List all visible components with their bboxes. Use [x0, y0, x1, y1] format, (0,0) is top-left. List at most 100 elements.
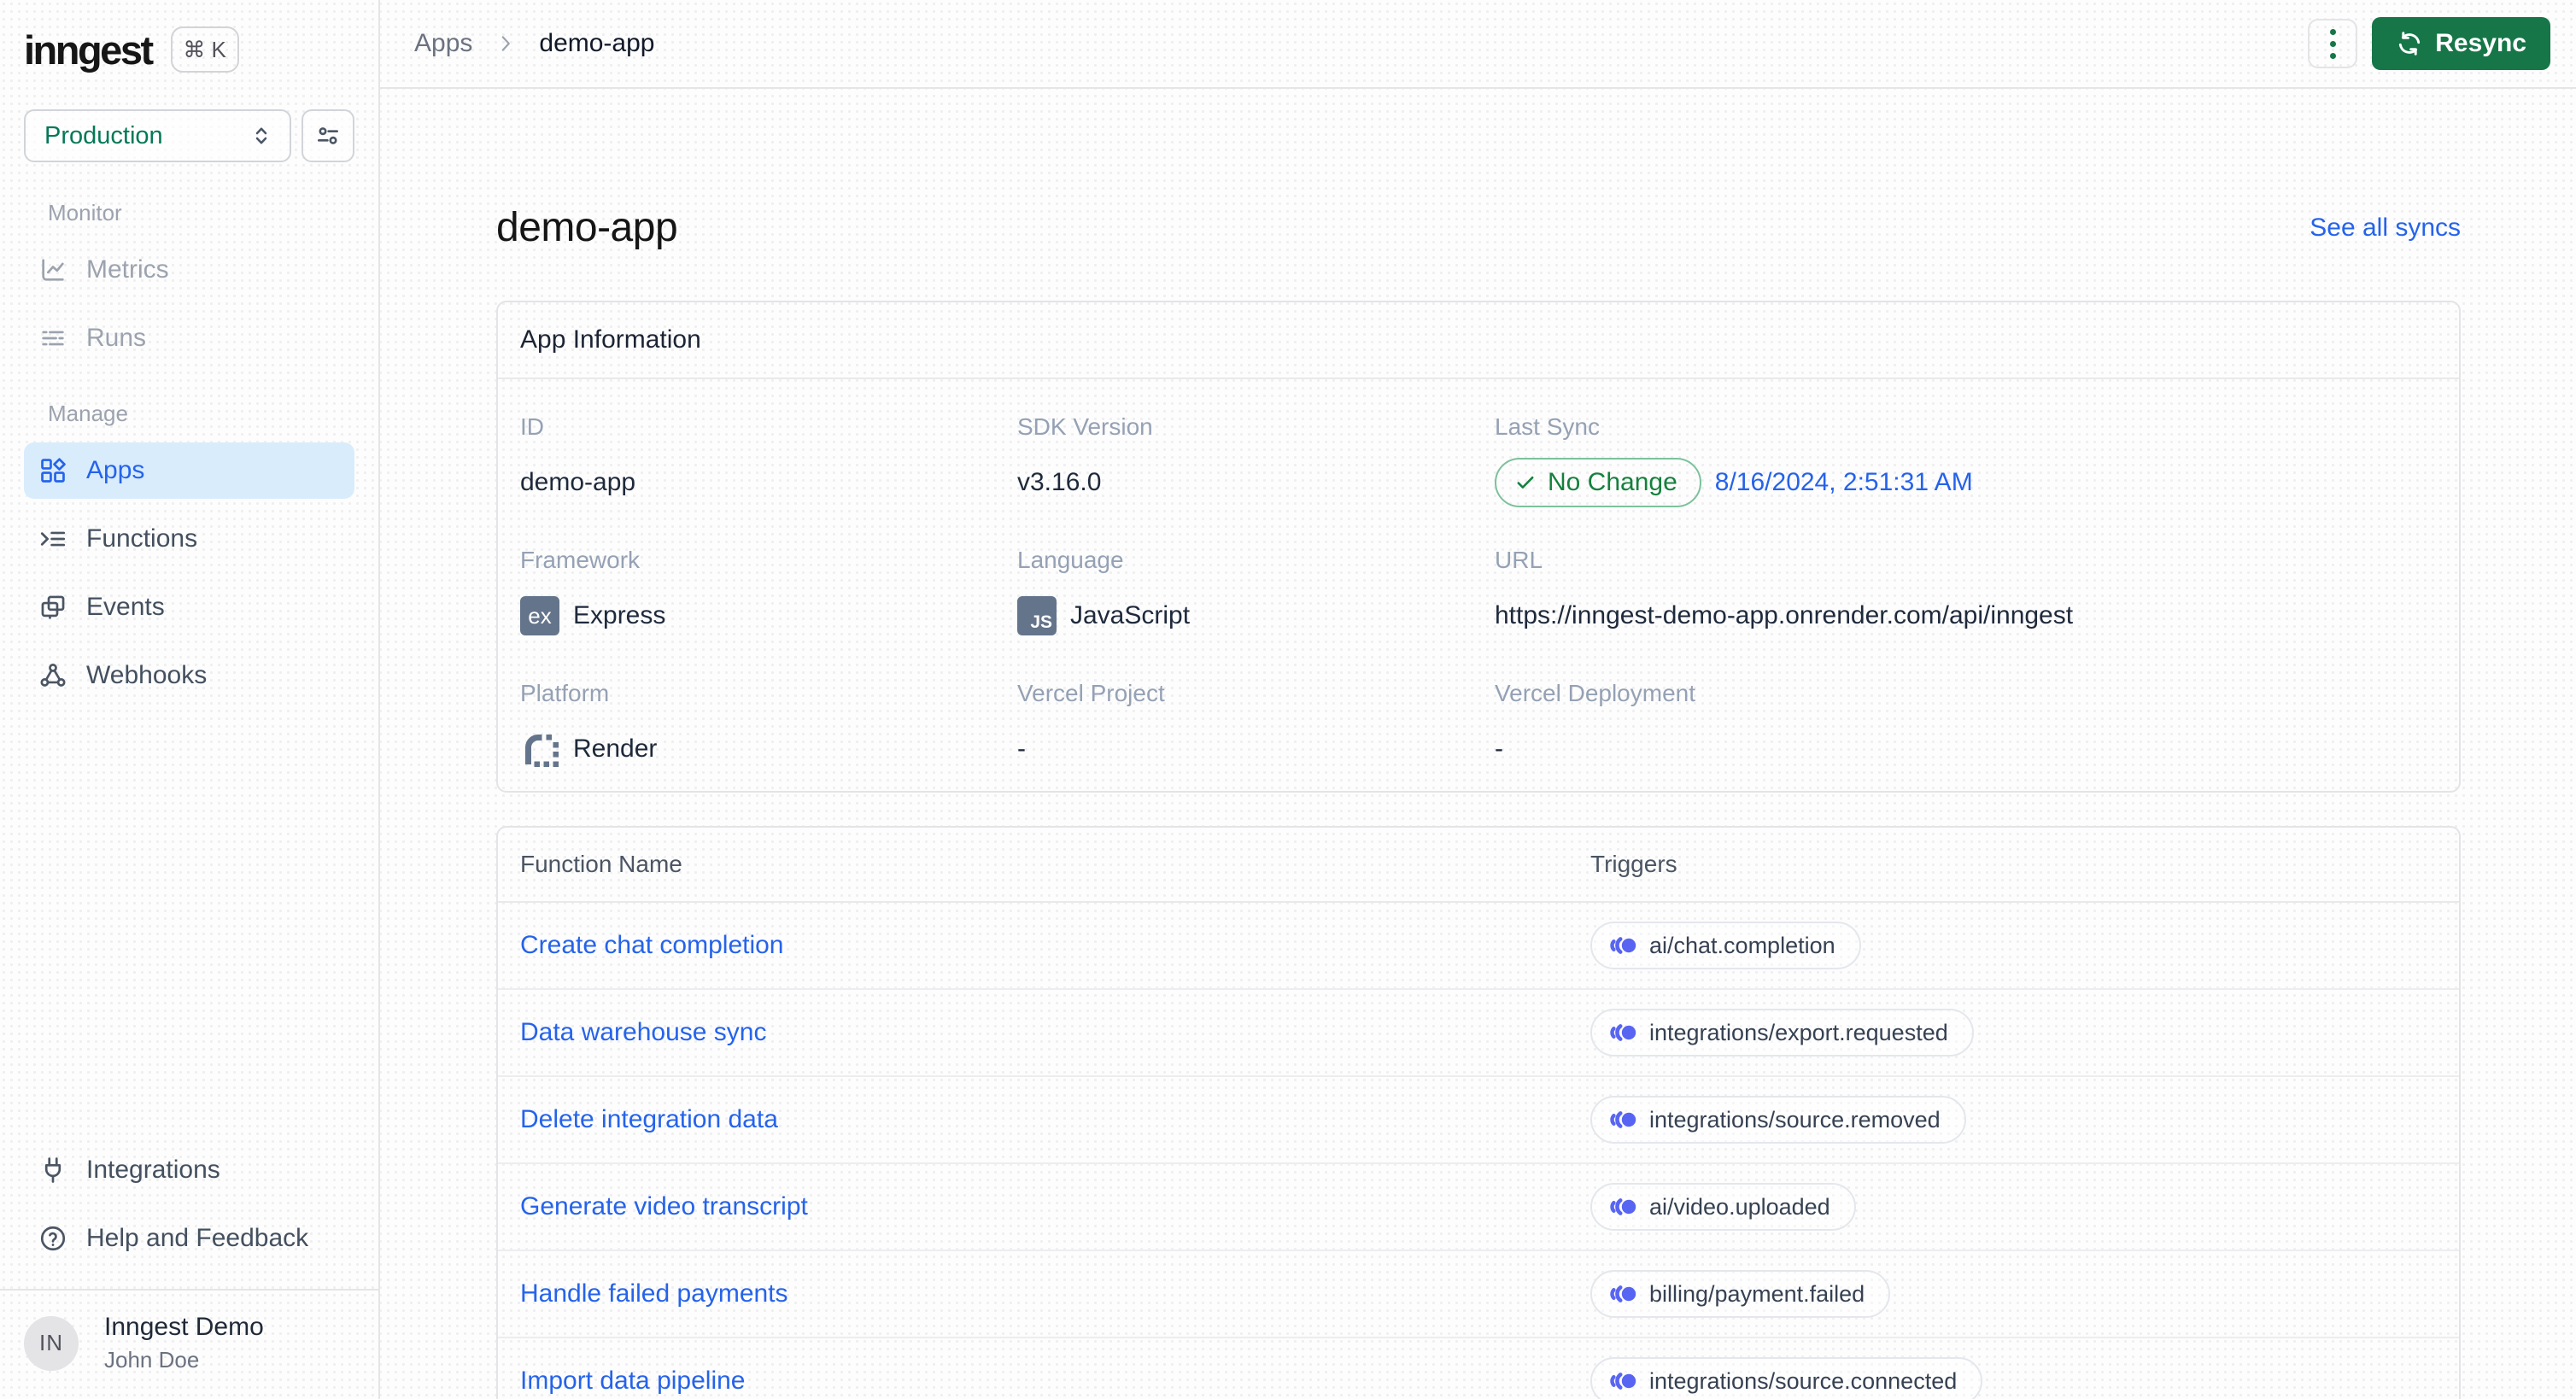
sidebar-item-runs[interactable]: Runs	[24, 310, 354, 366]
trigger-pill: billing/payment.failed	[1590, 1270, 1891, 1318]
inngest-logo: inngest	[24, 26, 154, 73]
functions-table: Function Name Triggers Create chat compl…	[496, 826, 2461, 1399]
sidebar-section-manage: Manage	[48, 401, 128, 426]
function-link[interactable]: Create chat completion	[498, 931, 1590, 960]
event-trigger-icon	[1609, 934, 1637, 957]
sidebar-item-integrations[interactable]: Integrations	[24, 1142, 354, 1198]
functions-icon	[38, 524, 67, 553]
sidebar-footer: Integrations Help and Feedback IN Innges…	[0, 1142, 378, 1399]
sidebar-item-label: Metrics	[86, 255, 169, 284]
event-trigger-icon	[1609, 1370, 1637, 1392]
table-row: Import data pipeline integrations/source…	[498, 1338, 2459, 1399]
sidebar-item-label: Integrations	[86, 1156, 220, 1184]
kebab-dot	[2329, 52, 2336, 59]
plug-icon	[38, 1156, 67, 1185]
trigger-pill: integrations/source.removed	[1590, 1096, 1966, 1144]
webhooks-icon	[38, 661, 67, 690]
user-menu[interactable]: IN Inngest Demo John Doe	[0, 1291, 378, 1399]
field-url: URL https://inngest-demo-app.onrender.co…	[1495, 547, 2074, 629]
main-area: Apps demo-app Resync demo-app See all sy…	[380, 0, 2576, 1399]
sidebar-item-webhooks[interactable]: Webhooks	[24, 647, 354, 704]
avatar: IN	[24, 1315, 79, 1371]
field-vercel-project: Vercel Project -	[1017, 680, 1165, 763]
top-header: Apps demo-app Resync	[380, 0, 2576, 89]
last-sync-timestamp-link[interactable]: 8/16/2024, 2:51:31 AM	[1715, 468, 1973, 497]
app-information-card: App Information ID demo-app SDK Version …	[496, 301, 2461, 793]
table-row: Data warehouse sync integrations/export.…	[498, 990, 2459, 1077]
field-sdk-version: SDK Version v3.16.0	[1017, 413, 1153, 496]
sync-icon	[2396, 30, 2423, 57]
org-name: Inngest Demo	[104, 1313, 264, 1341]
environment-selector[interactable]: Production	[24, 109, 291, 162]
sidebar-item-functions[interactable]: Functions	[24, 511, 354, 567]
sidebar-item-metrics[interactable]: Metrics	[24, 242, 354, 298]
see-all-syncs-link[interactable]: See all syncs	[2310, 214, 2461, 243]
function-link[interactable]: Import data pipeline	[498, 1367, 1590, 1396]
event-trigger-icon	[1609, 1196, 1637, 1218]
sync-badge-label: No Change	[1548, 468, 1677, 496]
trigger-pill: ai/video.uploaded	[1590, 1183, 1856, 1231]
card-title: App Information	[520, 325, 701, 354]
sidebar-item-label: Runs	[86, 324, 147, 352]
kebab-dot	[2329, 40, 2336, 47]
metrics-chart-icon	[38, 255, 67, 284]
express-logo-icon: ex	[520, 596, 559, 635]
field-last-sync: Last Sync No Change 8/16/2024, 2:51:31 A…	[1495, 413, 2437, 507]
sidebar-item-label: Events	[86, 593, 165, 621]
page-content: demo-app See all syncs App Information I…	[380, 204, 2576, 1399]
field-language: Language JS JavaScript	[1017, 547, 1495, 641]
event-trigger-icon	[1609, 1283, 1637, 1305]
render-logo-icon	[520, 729, 559, 769]
field-id: ID demo-app	[520, 413, 636, 496]
function-link[interactable]: Handle failed payments	[498, 1279, 1590, 1308]
function-link[interactable]: Generate video transcript	[498, 1192, 1590, 1221]
column-function-name: Function Name	[520, 851, 682, 877]
field-platform: Platform Render	[520, 680, 1017, 774]
resync-button[interactable]: Resync	[2372, 17, 2550, 70]
sidebar-item-label: Apps	[86, 456, 145, 484]
apps-grid-icon	[38, 456, 67, 485]
field-framework: Framework ex Express	[520, 547, 1017, 641]
kebab-dot	[2329, 28, 2336, 35]
chevron-right-icon	[495, 32, 517, 55]
resync-label: Resync	[2435, 29, 2526, 57]
function-link[interactable]: Delete integration data	[498, 1105, 1590, 1134]
sidebar-item-apps[interactable]: Apps	[24, 442, 354, 499]
sidebar-item-label: Help and Feedback	[86, 1224, 309, 1252]
user-name: John Doe	[104, 1347, 200, 1373]
sidebar-item-help[interactable]: Help and Feedback	[24, 1210, 354, 1267]
breadcrumb-current: demo-app	[539, 29, 655, 57]
event-trigger-icon	[1609, 1109, 1637, 1131]
table-header-row: Function Name Triggers	[498, 828, 2459, 903]
table-row: Delete integration data integrations/sou…	[498, 1077, 2459, 1164]
environment-name: Production	[44, 121, 163, 149]
field-vercel-deployment: Vercel Deployment -	[1495, 680, 1696, 763]
help-question-icon	[38, 1224, 67, 1253]
logo-row: inngest ⌘ K	[0, 0, 378, 73]
chevron-updown-icon	[249, 123, 274, 149]
sidebar-item-events[interactable]: Events	[24, 579, 354, 635]
app-actions-menu-button[interactable]	[2308, 19, 2358, 68]
sidebar: inngest ⌘ K Production Monitor Metrics R…	[0, 0, 380, 1399]
events-windows-icon	[38, 593, 67, 622]
environment-settings-button[interactable]	[302, 109, 354, 162]
page-title: demo-app	[496, 205, 678, 250]
runs-list-icon	[38, 324, 67, 353]
table-row: Handle failed payments billing/payment.f…	[498, 1251, 2459, 1338]
trigger-pill: integrations/source.connected	[1590, 1357, 1983, 1399]
sidebar-item-label: Webhooks	[86, 661, 208, 689]
breadcrumb-apps[interactable]: Apps	[414, 29, 472, 58]
filter-sliders-icon	[314, 122, 342, 149]
trigger-pill: ai/chat.completion	[1590, 922, 1861, 969]
command-palette-shortcut[interactable]: ⌘ K	[170, 26, 239, 73]
function-link[interactable]: Data warehouse sync	[498, 1018, 1590, 1047]
check-icon	[1513, 471, 1537, 495]
sync-status-badge: No Change	[1495, 458, 1701, 507]
table-row: Create chat completion ai/chat.completio…	[498, 903, 2459, 990]
trigger-pill: integrations/export.requested	[1590, 1009, 1974, 1057]
sidebar-item-label: Functions	[86, 524, 198, 553]
javascript-logo-icon: JS	[1017, 596, 1057, 635]
event-trigger-icon	[1609, 1021, 1637, 1044]
table-row: Generate video transcript ai/video.uploa…	[498, 1164, 2459, 1251]
sidebar-section-monitor: Monitor	[48, 200, 122, 225]
